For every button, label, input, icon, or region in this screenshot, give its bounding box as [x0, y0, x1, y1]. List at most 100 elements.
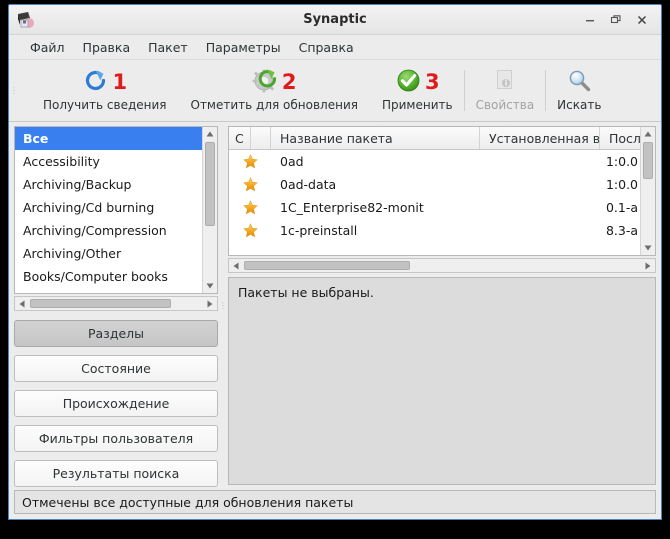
- pane-splitter[interactable]: ⋮: [218, 126, 228, 485]
- scroll-track-h[interactable]: [29, 297, 203, 310]
- filter-button-search-results[interactable]: Результаты поиска: [14, 460, 218, 487]
- main-body: Все Accessibility Archiving/Backup Archi…: [9, 122, 661, 487]
- title-bar: Synaptic: [9, 5, 661, 35]
- synaptic-window: Synaptic Файл Правка Пакет Параметры Спр: [8, 4, 662, 520]
- window-title: Synaptic: [303, 12, 367, 27]
- table-row[interactable]: 1c-preinstall 8.3-a: [229, 219, 640, 242]
- menu-edit[interactable]: Правка: [74, 37, 140, 58]
- scroll-thumb-h[interactable]: [244, 261, 411, 270]
- category-item-all[interactable]: Все: [15, 127, 202, 150]
- toolbar-label-reload: Получить сведения: [43, 98, 167, 112]
- toolbar-label-properties: Свойства: [475, 98, 535, 112]
- column-header-installed-version[interactable]: Установленная вер: [480, 127, 600, 149]
- category-item-archiving-backup[interactable]: Archiving/Backup: [15, 173, 202, 196]
- reload-icon: [82, 67, 109, 98]
- toolbar-label-search: Искать: [557, 98, 602, 112]
- category-item-archiving-compression[interactable]: Archiving/Compression: [15, 219, 202, 242]
- package-description-pane: Пакеты не выбраны.: [228, 277, 656, 485]
- scroll-up-icon[interactable]: [203, 127, 217, 141]
- minimize-button[interactable]: [577, 7, 603, 33]
- category-item-accessibility[interactable]: Accessibility: [15, 150, 202, 173]
- scroll-right-icon[interactable]: [203, 297, 217, 310]
- toolbar-button-apply[interactable]: 3 Применить: [374, 60, 461, 121]
- column-header-status[interactable]: С: [229, 127, 251, 149]
- toolbar-separator-1: [463, 70, 465, 111]
- column-header-name[interactable]: Название пакета: [271, 127, 480, 149]
- scroll-right-icon[interactable]: [641, 259, 655, 272]
- category-list-frame: Все Accessibility Archiving/Backup Archi…: [14, 126, 218, 294]
- package-latest-cell: 1:0.0: [605, 177, 638, 192]
- scroll-down-icon[interactable]: [641, 241, 655, 255]
- package-horizontal-scrollbar[interactable]: [228, 258, 656, 273]
- toolbar: ⋮ 1 Получить сведения 2 Отметить для обн…: [9, 60, 661, 122]
- scroll-track[interactable]: [641, 141, 655, 241]
- toolbar-badge-3: 3: [424, 69, 440, 94]
- package-name-cell: 1C_Enterprise82-monit: [280, 200, 424, 215]
- category-item-archiving-other[interactable]: Archiving/Other: [15, 242, 202, 265]
- scroll-left-icon[interactable]: [229, 259, 243, 272]
- toolbar-separator-2: [545, 70, 547, 111]
- description-text: Пакеты не выбраны.: [238, 285, 374, 300]
- category-item-books-computer-books[interactable]: Books/Computer books: [15, 265, 202, 288]
- mark-upgrades-icon: [252, 67, 279, 98]
- scroll-down-icon[interactable]: [203, 279, 217, 293]
- filter-button-sections[interactable]: Разделы: [14, 320, 218, 347]
- scroll-track-h[interactable]: [243, 259, 641, 272]
- table-row[interactable]: 0ad 1:0.0: [229, 150, 640, 173]
- filter-button-origin[interactable]: Происхождение: [14, 390, 218, 417]
- category-list[interactable]: Все Accessibility Archiving/Backup Archi…: [15, 127, 202, 293]
- filter-button-custom-filters[interactable]: Фильтры пользователя: [14, 425, 218, 452]
- left-pane: Все Accessibility Archiving/Backup Archi…: [14, 126, 218, 487]
- search-magnifier-icon: [566, 67, 593, 98]
- right-pane: С Название пакета Установленная вер Посл: [228, 126, 656, 485]
- close-button[interactable]: [629, 7, 655, 33]
- menu-file[interactable]: Файл: [21, 37, 74, 58]
- filter-button-status[interactable]: Состояние: [14, 355, 218, 382]
- package-status-cell[interactable]: [229, 177, 271, 192]
- table-row[interactable]: 0ad-data 1:0.0: [229, 173, 640, 196]
- scroll-left-icon[interactable]: [15, 297, 29, 310]
- star-icon: [242, 200, 258, 215]
- menu-bar: Файл Правка Пакет Параметры Справка: [9, 35, 661, 60]
- star-icon: [242, 223, 258, 238]
- scroll-thumb[interactable]: [643, 142, 653, 180]
- scroll-thumb-h[interactable]: [30, 299, 172, 308]
- scroll-up-icon[interactable]: [641, 127, 655, 141]
- package-list-header: С Название пакета Установленная вер Посл: [229, 127, 640, 150]
- app-icon: [15, 9, 37, 31]
- table-row[interactable]: 1C_Enterprise82-monit 0.1-a: [229, 196, 640, 219]
- column-header-latest-version[interactable]: Посл: [600, 127, 640, 149]
- status-bar: Отмечены все доступные для обновления па…: [14, 490, 656, 514]
- toolbar-grip[interactable]: ⋮: [9, 60, 19, 121]
- category-horizontal-scrollbar[interactable]: [14, 296, 218, 311]
- apply-check-icon: [395, 67, 422, 98]
- package-status-cell[interactable]: [229, 200, 271, 215]
- menu-package[interactable]: Пакет: [139, 37, 197, 58]
- package-vertical-scrollbar[interactable]: [640, 127, 655, 255]
- toolbar-button-properties[interactable]: Свойства: [468, 60, 543, 121]
- menu-settings[interactable]: Параметры: [197, 37, 290, 58]
- scroll-thumb[interactable]: [205, 142, 215, 227]
- package-status-cell[interactable]: [229, 154, 271, 169]
- category-item-archiving-cd-burning[interactable]: Archiving/Cd burning: [15, 196, 202, 219]
- toolbar-button-search[interactable]: Искать: [549, 60, 609, 121]
- scroll-track[interactable]: [203, 141, 217, 279]
- package-name-cell: 1c-preinstall: [280, 223, 358, 238]
- star-icon: [242, 154, 258, 169]
- package-latest-cell: 0.1-a: [605, 200, 638, 215]
- package-status-cell[interactable]: [229, 223, 271, 238]
- filter-button-group: Разделы Состояние Происхождение Фильтры …: [14, 320, 218, 487]
- package-latest-cell: 8.3-a: [605, 223, 638, 238]
- package-rows[interactable]: 0ad 1:0.0 0ad-data 1:0.0 1C_Enterprise82…: [229, 150, 640, 255]
- menu-help[interactable]: Справка: [290, 37, 363, 58]
- toolbar-label-apply: Применить: [381, 98, 453, 112]
- category-vertical-scrollbar[interactable]: [202, 127, 217, 293]
- maximize-button[interactable]: [603, 7, 629, 33]
- column-header-blank[interactable]: [251, 127, 271, 149]
- toolbar-button-mark-upgrades[interactable]: 2 Отметить для обновления: [183, 60, 366, 121]
- package-name-cell: 0ad: [280, 154, 304, 169]
- status-text: Отмечены все доступные для обновления па…: [22, 494, 354, 510]
- package-name-cell: 0ad-data: [280, 177, 337, 192]
- toolbar-button-reload[interactable]: 1 Получить сведения: [35, 60, 175, 121]
- package-list-frame: С Название пакета Установленная вер Посл: [228, 126, 656, 256]
